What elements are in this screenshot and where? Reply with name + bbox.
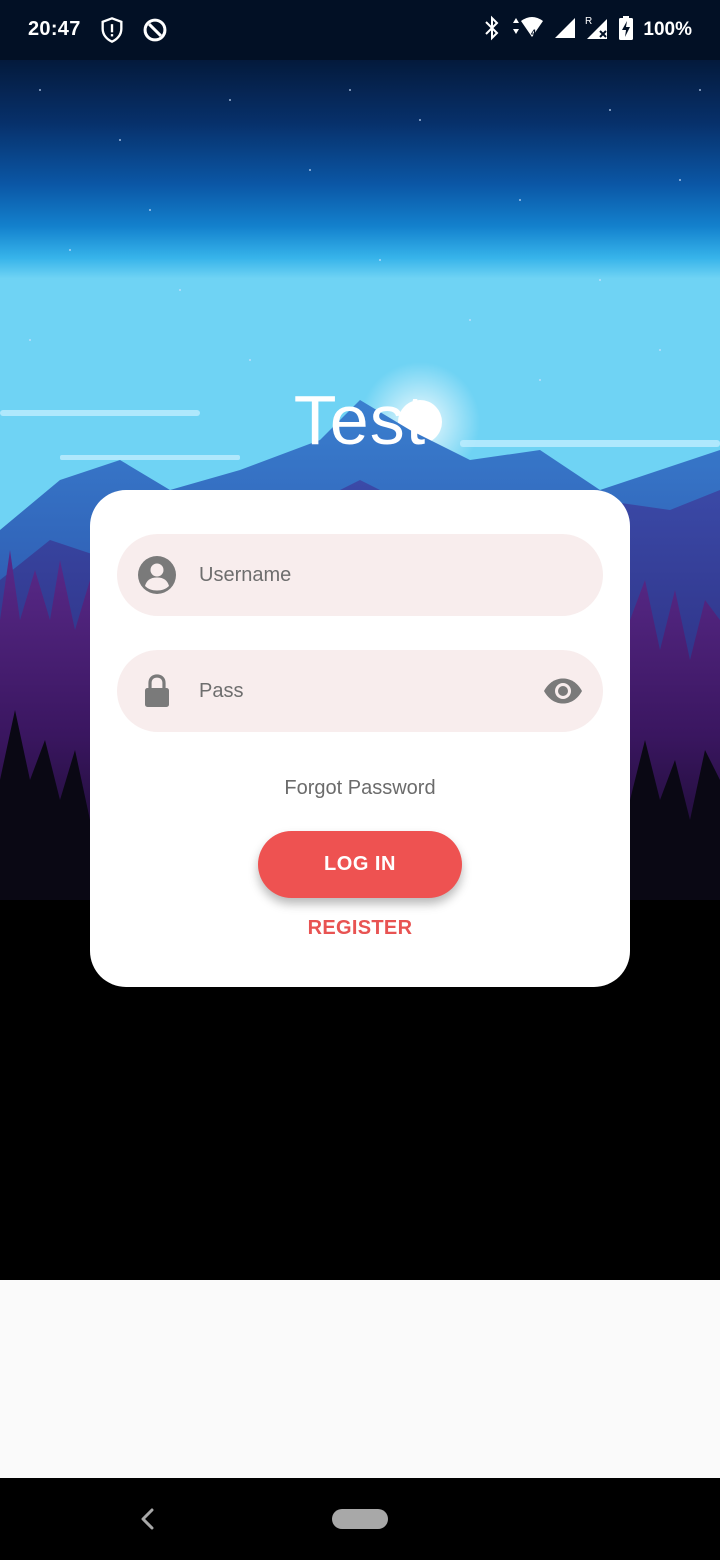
visibility-toggle-icon[interactable] (543, 671, 583, 711)
home-pill[interactable] (332, 1509, 388, 1529)
svg-text:4: 4 (531, 28, 536, 38)
battery-percentage: 100% (643, 19, 692, 40)
login-button[interactable]: LOG IN (258, 831, 462, 898)
shield-alert-icon (98, 16, 126, 44)
lock-icon (137, 671, 177, 711)
status-icons-right: 4 R 100% (483, 15, 692, 46)
svg-text:R: R (585, 16, 592, 27)
blank-area (0, 1280, 720, 1478)
login-screen: 20:47 4 R 100% Test Username Forgot Pass… (0, 0, 720, 1560)
navigation-bar (0, 1478, 720, 1560)
cell-signal-icon (553, 16, 577, 45)
data-saver-icon (141, 16, 169, 44)
wifi-data-arrows-icon: 4 (509, 15, 545, 46)
status-time: 20:47 (28, 18, 81, 40)
back-icon[interactable] (134, 1504, 162, 1534)
password-input[interactable] (199, 650, 519, 732)
username-field[interactable] (117, 534, 603, 616)
forgot-password-link[interactable]: Forgot Password (90, 777, 630, 800)
register-button[interactable]: REGISTER (90, 917, 630, 940)
username-input[interactable] (199, 534, 519, 616)
account-circle-icon (137, 555, 177, 595)
app-title: Test (293, 381, 427, 459)
bluetooth-icon (483, 15, 501, 46)
login-card: Forgot Password LOG IN REGISTER (90, 490, 630, 987)
password-field[interactable] (117, 650, 603, 732)
cell-signal-roaming-icon: R (585, 15, 611, 46)
battery-charging-icon (619, 15, 634, 45)
status-bar: 20:47 4 R 100% (0, 0, 720, 60)
